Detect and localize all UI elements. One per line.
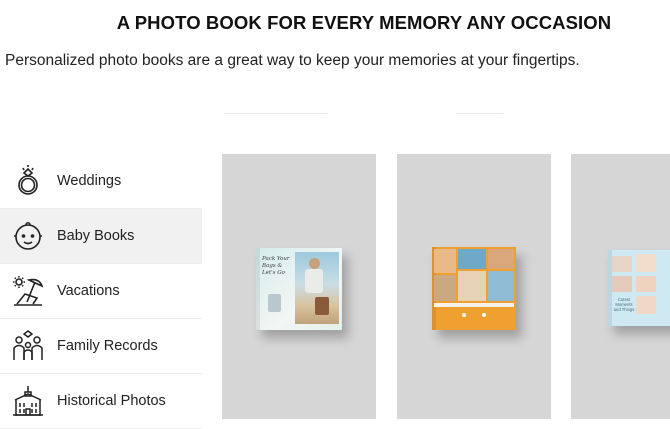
- sidebar-item-family-records[interactable]: Family Records: [0, 319, 202, 374]
- photo-book-cover: Cutest Moments and Things: [608, 250, 670, 326]
- cover-title: Pack Your Bags & Let's Go: [262, 256, 290, 276]
- sidebar-item-label: Historical Photos: [57, 393, 166, 409]
- beach-chair-icon: [10, 273, 46, 309]
- photo-book-cover: [432, 247, 516, 330]
- sidebar-item-weddings[interactable]: Weddings: [0, 154, 202, 209]
- historic-building-icon: [10, 383, 46, 419]
- sidebar-item-label: Family Records: [57, 338, 158, 354]
- divider: [456, 113, 503, 114]
- sidebar-item-historical-photos[interactable]: Historical Photos: [0, 374, 202, 429]
- family-icon: [10, 328, 46, 364]
- suitcase-graphic: [268, 294, 281, 312]
- photo-book-card-collage[interactable]: [397, 154, 551, 419]
- photo-book-cover: Pack Your Bags & Let's Go: [256, 248, 342, 330]
- sidebar-item-label: Baby Books: [57, 228, 135, 244]
- sidebar-item-baby-books[interactable]: Baby Books: [0, 209, 202, 264]
- baby-face-icon: [10, 218, 46, 254]
- wedding-ring-icon: [10, 163, 46, 199]
- cover-title: Cutest Moments and Things: [613, 297, 635, 312]
- sidebar-item-label: Vacations: [57, 283, 120, 299]
- photo-book-card-vacation[interactable]: Pack Your Bags & Let's Go: [222, 154, 376, 419]
- sidebar-item-vacations[interactable]: Vacations: [0, 264, 202, 319]
- page-title: A PHOTO BOOK FOR EVERY MEMORY ANY OCCASI…: [116, 12, 612, 33]
- divider: [224, 113, 327, 114]
- page-subtitle: Personalized photo books are a great way…: [5, 52, 580, 69]
- cover-photo: [295, 252, 339, 324]
- sidebar-item-label: Weddings: [57, 173, 122, 189]
- category-sidebar: Weddings Baby Books Vacations Family Rec…: [0, 154, 202, 429]
- photo-book-card-baby[interactable]: Cutest Moments and Things: [571, 154, 670, 419]
